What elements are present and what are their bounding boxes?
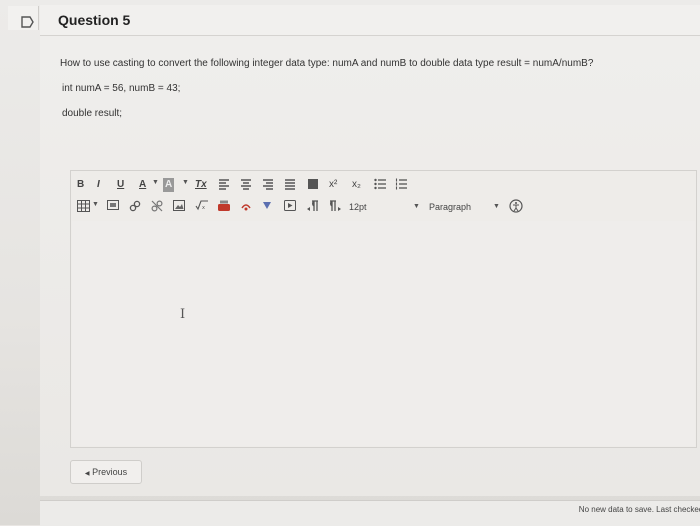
chevron-down-icon[interactable]: ▼ [413,203,420,210]
ltr-paragraph-icon[interactable] [307,200,319,214]
rich-text-editor: B I U A ▼ A ▼ Tx x² x₂ ▼ x 12pt ▼ Paragr… [70,170,697,448]
flag-area[interactable] [8,6,39,30]
align-left-icon[interactable] [218,178,230,192]
align-right-icon[interactable] [262,178,274,192]
recording-icon[interactable] [240,200,252,214]
media-icon[interactable] [107,200,119,214]
toolbar-row-1: B I U A ▼ A ▼ Tx x² x₂ [71,175,696,197]
image-icon[interactable] [173,200,185,214]
text-cursor-icon: I [180,307,186,322]
clear-format-button[interactable]: Tx [195,178,207,192]
quiz-page: Question 5 How to use casting to convert… [0,0,700,526]
subscript-button[interactable]: x₂ [352,178,361,192]
link-icon[interactable] [129,200,141,214]
toolbar-row-2: ▼ x 12pt ▼ Paragraph ▼ [71,197,696,219]
save-status: No new data to save. Last checked a [578,505,700,514]
bold-button[interactable]: B [77,178,84,192]
question-code-line-1: int numA = 56, numB = 43; [62,83,181,94]
flag-icon[interactable] [20,15,34,29]
paragraph-value: Paragraph [429,202,472,212]
equation-icon[interactable]: x [195,200,209,214]
accessibility-icon[interactable] [509,199,523,213]
question-code-line-2: double result; [62,108,123,119]
question-prompt: How to use casting to convert the follow… [60,58,594,69]
align-justify-icon[interactable] [284,178,296,192]
question-header: Question 5 [40,5,700,36]
previous-button[interactable]: ◀ Previous [70,460,142,484]
previous-label: Previous [92,467,128,477]
italic-button[interactable]: I [97,178,100,192]
numbered-list-icon[interactable] [395,178,408,192]
underline-button[interactable]: U [117,178,124,192]
footer-bar: No new data to save. Last checked a [40,500,700,526]
align-center-icon[interactable] [240,178,252,192]
font-size-select[interactable]: 12pt ▼ [341,199,421,215]
rtl-paragraph-icon[interactable] [328,200,342,214]
svg-text:x: x [202,205,205,211]
unlink-icon[interactable] [151,200,163,214]
indent-icon[interactable] [307,178,319,192]
chevron-down-icon[interactable]: ▼ [152,179,159,186]
preview-icon[interactable] [284,200,296,214]
background-color-button[interactable]: A [163,178,175,192]
mashup-icon[interactable] [262,200,272,214]
font-size-value: 12pt [349,202,367,212]
table-icon[interactable] [77,200,90,214]
superscript-button[interactable]: x² [329,178,337,192]
bullet-list-icon[interactable] [374,178,387,192]
youtube-icon[interactable] [218,200,230,214]
font-color-button[interactable]: A [139,178,146,192]
paragraph-select[interactable]: Paragraph ▼ [421,199,500,215]
question-body: How to use casting to convert the follow… [40,36,700,496]
chevron-down-icon[interactable]: ▼ [92,201,99,208]
chevron-down-icon[interactable]: ▼ [493,203,500,210]
editor-content-area[interactable]: I [72,221,695,446]
question-title: Question 5 [58,12,131,28]
chevron-down-icon[interactable]: ▼ [182,179,189,186]
chevron-left-icon: ◀ [84,471,90,477]
